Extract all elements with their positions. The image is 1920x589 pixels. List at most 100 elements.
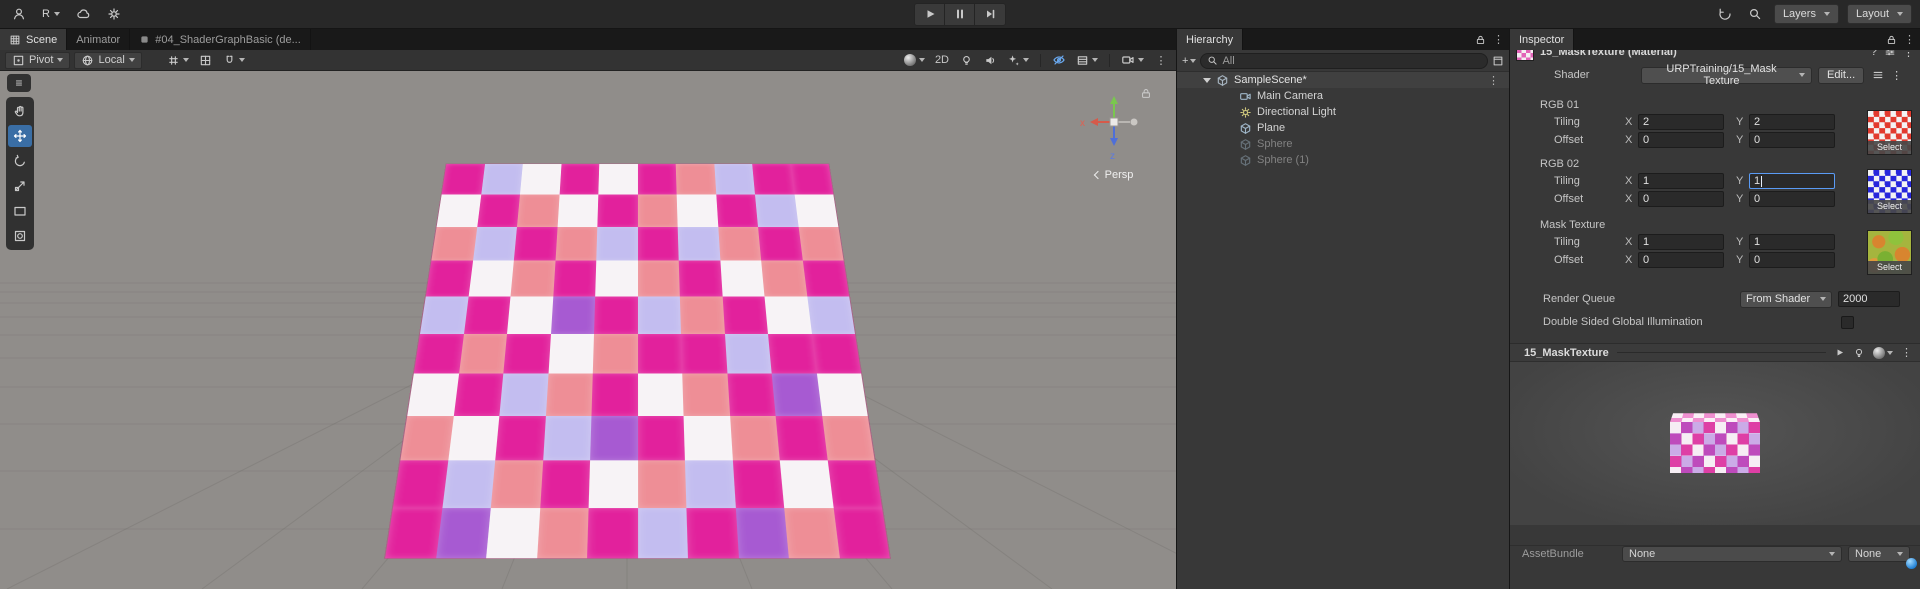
camera-settings-dropdown[interactable] xyxy=(1118,52,1147,69)
play-button[interactable] xyxy=(915,3,945,25)
plane-cell xyxy=(678,260,723,297)
shader-dropdown[interactable]: URPTraining/15_Mask Texture xyxy=(1641,63,1812,87)
viewport-lock-icon[interactable] xyxy=(1140,87,1152,100)
presets-icon[interactable] xyxy=(1884,50,1896,58)
tab-inspector-label: Inspector xyxy=(1519,33,1565,46)
effects-dropdown[interactable] xyxy=(1004,52,1032,69)
assetbundle-name-dropdown[interactable]: None xyxy=(1622,545,1842,562)
kebab-icon[interactable]: ⋮ xyxy=(1891,69,1902,82)
hierarchy-item-directional-light[interactable]: Directional Light xyxy=(1177,104,1509,120)
plane-cell xyxy=(486,507,540,559)
tab-scene[interactable]: Scene xyxy=(0,29,68,50)
services-gear-button[interactable] xyxy=(103,3,125,25)
mask-tiling-x-field[interactable]: 1 xyxy=(1638,234,1724,250)
kebab-icon[interactable]: ⋮ xyxy=(1901,346,1912,359)
rgb02-texture-thumbnail[interactable]: Select xyxy=(1867,169,1912,214)
rgb01-tiling-y-field[interactable]: 2 xyxy=(1749,114,1835,130)
preview-splitter[interactable] xyxy=(1616,352,1826,353)
cloud-button[interactable] xyxy=(72,3,95,25)
snap-settings-dropdown[interactable] xyxy=(220,52,248,69)
kebab-icon[interactable]: ⋮ xyxy=(1903,50,1914,59)
hierarchy-scene-row[interactable]: SampleScene* ⋮ xyxy=(1177,72,1509,88)
grid-axis-dropdown[interactable] xyxy=(1073,52,1101,69)
rgb01-select-button[interactable]: Select xyxy=(1868,141,1911,154)
layout-dropdown[interactable]: Layout xyxy=(1846,4,1912,24)
material-preview-area[interactable] xyxy=(1510,361,1920,525)
rgb01-offset-x-field[interactable]: 0 xyxy=(1638,132,1724,148)
rotate-tool[interactable] xyxy=(8,150,32,172)
scene-plane[interactable] xyxy=(384,163,891,559)
preview-shape-icon[interactable] xyxy=(1873,346,1885,359)
local-dropdown[interactable]: Local xyxy=(74,51,142,69)
view-hand-tool[interactable] xyxy=(8,100,32,122)
assetbundle-variant-dropdown[interactable]: None xyxy=(1848,545,1910,562)
move-tool[interactable] xyxy=(8,125,32,147)
step-button[interactable] xyxy=(975,4,1005,25)
tools-overflow-button[interactable]: ≡ xyxy=(7,74,31,92)
pivot-dropdown[interactable]: Pivot xyxy=(5,51,71,69)
scene-viewport[interactable]: ≡ x z Persp xyxy=(0,71,1176,589)
lighting-toggle[interactable] xyxy=(956,52,976,69)
scene-overflow-menu[interactable]: ⋮ xyxy=(1151,52,1171,69)
account-avatar-button[interactable] xyxy=(8,3,30,25)
shader-edit-button[interactable]: Edit... xyxy=(1818,66,1865,84)
play-icon[interactable] xyxy=(1834,347,1845,358)
mask-select-button[interactable]: Select xyxy=(1868,261,1911,274)
2d-toggle[interactable]: 2D xyxy=(932,52,952,69)
rgb01-texture-thumbnail[interactable]: Select xyxy=(1867,110,1912,155)
projection-mode-label[interactable]: Persp xyxy=(1070,169,1158,181)
rgb02-offset-x-field[interactable]: 0 xyxy=(1638,191,1724,207)
rgb02-select-button[interactable]: Select xyxy=(1868,200,1911,213)
plane-cell xyxy=(594,296,638,334)
shading-mode-dropdown[interactable] xyxy=(901,52,928,69)
rect-tool[interactable] xyxy=(8,200,32,222)
tab-hierarchy[interactable]: Hierarchy xyxy=(1177,29,1244,50)
double-sided-checkbox[interactable] xyxy=(1841,315,1854,329)
mask-tiling-y-field[interactable]: 1 xyxy=(1749,234,1835,250)
kebab-icon[interactable]: ⋮ xyxy=(1493,33,1504,46)
render-queue-dropdown[interactable]: From Shader xyxy=(1740,290,1832,308)
scale-tool[interactable] xyxy=(8,175,32,197)
rgb01-offset-y-field[interactable]: 0 xyxy=(1749,132,1835,148)
lock-icon[interactable] xyxy=(1886,34,1897,46)
sliders-icon[interactable] xyxy=(1872,69,1884,81)
version-control-button[interactable] xyxy=(1714,3,1736,25)
lightbulb-icon[interactable] xyxy=(1853,347,1865,359)
mask-offset-y-field[interactable]: 0 xyxy=(1749,252,1835,268)
tab-animator[interactable]: Animator xyxy=(67,29,131,50)
hierarchy-item-sphere-1[interactable]: Sphere (1) xyxy=(1177,152,1509,168)
tab-shadergraph[interactable]: #04_ShaderGraphBasic (de... xyxy=(130,29,311,50)
transform-tool[interactable] xyxy=(8,225,32,247)
kebab-icon[interactable]: ⋮ xyxy=(1904,33,1915,46)
snap-toggle[interactable] xyxy=(196,52,216,69)
foldout-arrow-icon[interactable] xyxy=(1203,77,1211,83)
audio-toggle[interactable] xyxy=(980,52,1000,69)
hierarchy-search-input[interactable]: All xyxy=(1200,52,1488,69)
hierarchy-item-plane[interactable]: Plane xyxy=(1177,120,1509,136)
material-preview-header[interactable]: 15_MaskTexture ⋮ xyxy=(1510,343,1920,361)
account-menu-button[interactable]: R xyxy=(38,3,64,25)
rgb01-tiling-x-field[interactable]: 2 xyxy=(1638,114,1724,130)
gear-icon xyxy=(108,8,120,20)
rgb02-tiling-x-field[interactable]: 1 xyxy=(1638,173,1724,189)
rgb02-tiling-y-field[interactable]: 1 xyxy=(1749,173,1835,189)
render-queue-number-field[interactable]: 2000 xyxy=(1838,291,1900,307)
scene-options-button[interactable]: ⋮ xyxy=(1488,74,1499,87)
grid-visibility-dropdown[interactable] xyxy=(164,52,192,69)
hierarchy-item-main-camera[interactable]: Main Camera xyxy=(1177,88,1509,104)
hierarchy-filter-button[interactable] xyxy=(1492,55,1504,67)
mask-texture-thumbnail[interactable]: Select xyxy=(1867,230,1912,275)
mask-offset-x-field[interactable]: 0 xyxy=(1638,252,1724,268)
search-button[interactable] xyxy=(1744,3,1766,25)
scene-visibility-toggle[interactable] xyxy=(1049,52,1069,69)
plane-cell xyxy=(784,507,840,559)
layers-dropdown[interactable]: Layers xyxy=(1773,4,1839,24)
create-object-button[interactable]: + xyxy=(1182,55,1197,67)
tab-inspector[interactable]: Inspector xyxy=(1510,29,1575,50)
hierarchy-item-sphere[interactable]: Sphere xyxy=(1177,136,1509,152)
chevron-down-icon xyxy=(1190,58,1197,63)
lock-icon[interactable] xyxy=(1475,34,1486,46)
rgb02-offset-y-field[interactable]: 0 xyxy=(1749,191,1835,207)
pause-button[interactable] xyxy=(945,3,975,25)
help-icon[interactable]: ? xyxy=(1871,50,1877,58)
